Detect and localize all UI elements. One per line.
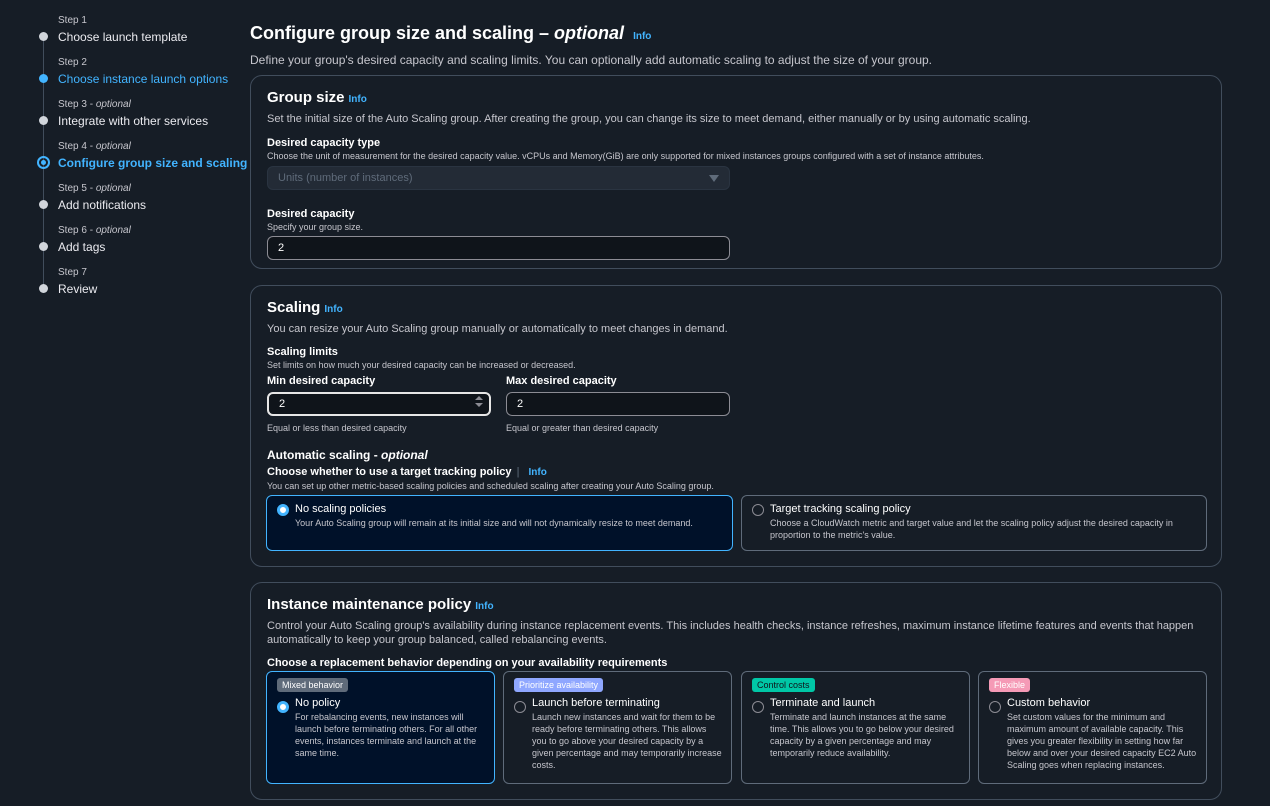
panel-description: Control your Auto Scaling group's availa… xyxy=(267,620,1194,646)
step-title[interactable]: Choose launch template xyxy=(58,29,238,45)
automatic-scaling-label: Automatic scaling - optional xyxy=(267,448,428,462)
policy-label: Choose whether to use a target tracking … xyxy=(267,466,547,478)
min-capacity-label: Min desired capacity xyxy=(267,375,376,387)
step-number: Step 5 - optional xyxy=(58,183,131,194)
step-number: Step 4 - optional xyxy=(58,141,131,152)
scaling-limits-label: Scaling limits xyxy=(267,346,338,358)
option-description: Your Auto Scaling group will remain at i… xyxy=(295,518,693,528)
capacity-type-description: Choose the unit of measurement for the d… xyxy=(267,151,984,161)
min-capacity-field: Min desired capacity 2 Equal or less tha… xyxy=(267,374,491,434)
scaling-limits-description: Set limits on how much your desired capa… xyxy=(267,360,576,370)
step-title[interactable]: Add tags xyxy=(58,239,238,255)
step-number: Step 7 xyxy=(58,267,87,278)
step-number: Step 6 - optional xyxy=(58,225,131,236)
step-number: Step 3 - optional xyxy=(58,99,131,110)
max-capacity-input[interactable]: 2 xyxy=(506,392,730,416)
capacity-type-select: Units (number of instances) xyxy=(267,166,730,190)
option-title: Target tracking scaling policy xyxy=(770,503,911,515)
page-title: Configure group size and scaling – optio… xyxy=(250,23,652,43)
number-stepper-icon[interactable] xyxy=(475,396,483,408)
option-description: Set custom values for the minimum and ma… xyxy=(1007,712,1197,770)
step-4[interactable]: Step 4 - optional Configure group size a… xyxy=(37,140,248,204)
panel-description: You can resize your Auto Scaling group m… xyxy=(267,323,728,335)
panel-description: Set the initial size of the Auto Scaling… xyxy=(267,113,1031,125)
option-description: Terminate and launch instances at the sa… xyxy=(770,712,954,758)
caret-down-icon xyxy=(709,175,719,182)
info-link[interactable]: Info xyxy=(633,31,651,42)
step-title[interactable]: Review xyxy=(58,281,238,297)
instance-maintenance-panel: Instance maintenance policy Info Control … xyxy=(250,582,1222,800)
step-complete-icon xyxy=(39,32,48,41)
step-title[interactable]: Add notifications xyxy=(58,197,238,213)
step-title: Configure group size and scaling xyxy=(58,156,248,170)
step-7[interactable]: Step 7 Review xyxy=(38,266,238,308)
step-title[interactable]: Choose instance launch options xyxy=(58,71,238,87)
step-5[interactable]: Step 5 - optional Add notifications xyxy=(38,182,238,246)
step-number: Step 1 xyxy=(58,15,87,26)
badge-flexible: Flexible xyxy=(989,678,1031,692)
scaling-panel: Scaling Info You can resize your Auto Sca… xyxy=(250,285,1222,567)
radio-unselected-icon[interactable] xyxy=(752,701,764,713)
min-capacity-input[interactable]: 2 xyxy=(267,392,491,416)
info-link[interactable]: Info xyxy=(324,304,342,315)
badge-prioritize-availability: Prioritize availability xyxy=(514,678,604,692)
step-3[interactable]: Step 3 - optional Integrate with other s… xyxy=(38,98,238,162)
custom-behavior-option[interactable]: Flexible Custom behavior Set custom valu… xyxy=(978,671,1207,784)
no-policy-option[interactable]: Mixed behavior No policy For rebalancing… xyxy=(266,671,495,784)
target-tracking-option[interactable]: Target tracking scaling policy Choose a … xyxy=(741,495,1207,551)
step-pending-icon xyxy=(39,200,48,209)
divider: | xyxy=(516,466,520,478)
info-link[interactable]: Info xyxy=(475,601,493,612)
radio-unselected-icon[interactable] xyxy=(752,504,764,516)
step-complete-icon xyxy=(39,116,48,125)
desired-capacity-input[interactable]: 2 xyxy=(267,236,730,260)
step-pending-icon xyxy=(39,284,48,293)
step-current-icon xyxy=(37,156,50,169)
option-title: Launch before terminating xyxy=(532,697,660,709)
max-capacity-field: Max desired capacity 2 Equal or greater … xyxy=(506,374,730,434)
info-link[interactable]: Info xyxy=(349,94,367,105)
wizard-steps: Step 1 Choose launch template Step 2 Cho… xyxy=(37,14,248,308)
max-capacity-label: Max desired capacity xyxy=(506,375,617,387)
step-2[interactable]: Step 2 Choose instance launch options xyxy=(38,56,238,120)
radio-unselected-icon[interactable] xyxy=(514,701,526,713)
radio-unselected-icon[interactable] xyxy=(989,701,1001,713)
desired-capacity-description: Specify your group size. xyxy=(267,222,364,232)
no-scaling-policies-option[interactable]: No scaling policies Your Auto Scaling gr… xyxy=(266,495,733,551)
policy-description: You can set up other metric-based scalin… xyxy=(267,481,714,491)
option-title: No policy xyxy=(295,697,341,709)
radio-selected-icon[interactable] xyxy=(277,504,289,516)
launch-before-terminating-option[interactable]: Prioritize availability Launch before te… xyxy=(503,671,732,784)
radio-selected-icon[interactable] xyxy=(277,701,289,713)
step-title[interactable]: Integrate with other services xyxy=(58,113,238,129)
terminate-and-launch-option[interactable]: Control costs Terminate and launch Termi… xyxy=(741,671,970,784)
option-description: Choose a CloudWatch metric and target va… xyxy=(770,518,1173,540)
step-1[interactable]: Step 1 Choose launch template xyxy=(38,14,238,78)
step-number: Step 2 xyxy=(58,57,87,68)
step-complete-icon xyxy=(39,74,48,83)
badge-mixed-behavior: Mixed behavior xyxy=(277,678,349,692)
option-title: No scaling policies xyxy=(295,503,387,515)
info-link[interactable]: Info xyxy=(528,467,546,478)
option-title: Custom behavior xyxy=(1007,697,1091,709)
step-pending-icon xyxy=(39,242,48,251)
panel-heading: Group size Info xyxy=(267,89,367,106)
option-title: Terminate and launch xyxy=(770,697,876,709)
min-capacity-constraint: Equal or less than desired capacity xyxy=(267,423,407,433)
panel-heading: Instance maintenance policy Info xyxy=(267,596,494,613)
capacity-type-label: Desired capacity type xyxy=(267,137,381,149)
option-description: For rebalancing events, new instances wi… xyxy=(295,712,478,758)
badge-control-costs: Control costs xyxy=(752,678,815,692)
max-capacity-constraint: Equal or greater than desired capacity xyxy=(506,423,659,433)
page-description: Define your group's desired capacity and… xyxy=(250,53,933,67)
step-6[interactable]: Step 6 - optional Add tags xyxy=(38,224,238,288)
replacement-behavior-label: Choose a replacement behavior depending … xyxy=(267,657,668,669)
panel-heading: Scaling Info xyxy=(267,299,343,316)
desired-capacity-label: Desired capacity xyxy=(267,208,355,220)
option-description: Launch new instances and wait for them t… xyxy=(532,712,722,770)
automatic-scaling-section: Automatic scaling - optional Choose whet… xyxy=(267,448,1207,492)
page-header: Configure group size and scaling – optio… xyxy=(250,20,1222,68)
group-size-panel: Group size Info Set the initial size of t… xyxy=(250,75,1222,269)
